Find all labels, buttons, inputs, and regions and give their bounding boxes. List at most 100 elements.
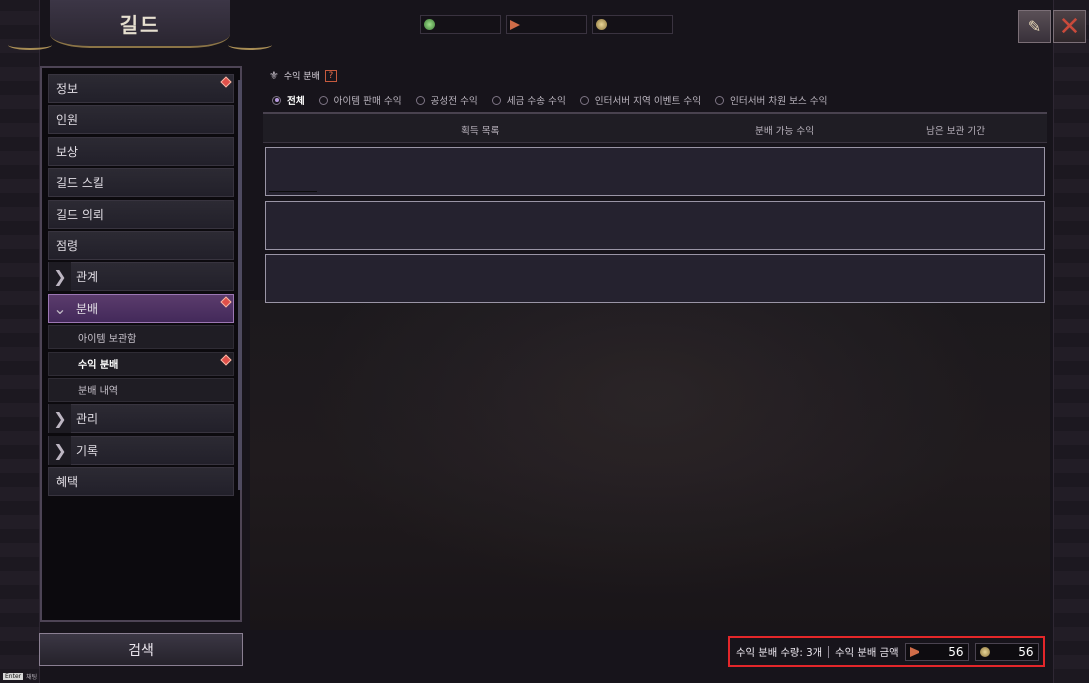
filter-label: 인터서버 지역 이벤트 수익 (594, 96, 702, 107)
chevron-right-icon: ❯ (49, 404, 71, 434)
gold-coin-icon (596, 19, 607, 30)
left-ornament-icon (8, 40, 52, 50)
notification-badge-icon (220, 76, 232, 88)
filter-all[interactable]: 전체 (272, 93, 305, 107)
sidebar-item-guild-request[interactable]: 길드 의뢰 (48, 199, 234, 229)
filter-label: 아이템 판매 수익 (333, 96, 402, 107)
distribution-amount-label: 수익 분배 금액 (835, 647, 899, 659)
sidebar-item-label: 길드 의뢰 (56, 207, 104, 222)
background-scene (250, 300, 1050, 630)
table-header: 획득 목록 분배 가능 수익 남은 보관 기간 (263, 112, 1047, 143)
column-header-acquired: 획득 목록 (461, 126, 500, 137)
radio-icon (415, 95, 425, 105)
book-icon: ✎ (1027, 17, 1042, 36)
sidebar-item-label: 보상 (56, 144, 79, 159)
sidebar-item-rewards[interactable]: 보상 (48, 136, 234, 166)
search-button-label: 검색 (128, 642, 154, 659)
right-ornament-icon (228, 40, 272, 50)
amount-coin-box: 56 (974, 642, 1039, 661)
filter-label: 공성전 수익 (430, 96, 478, 107)
radio-selected-icon (272, 95, 281, 105)
chat-hint: Enter 채팅 (3, 672, 37, 681)
green-gem-icon (424, 19, 435, 30)
currency-flag (506, 15, 587, 34)
chat-hint-label: 채팅 (26, 674, 38, 681)
right-frame (1053, 0, 1089, 683)
table-row[interactable] (265, 147, 1045, 196)
sidebar-item-label: 관리 (76, 412, 99, 427)
sidebar-subitem-distribution-history[interactable]: 분배 내역 (48, 377, 234, 402)
filter-interserver-boss[interactable]: 인터서버 차원 보스 수익 (715, 93, 827, 107)
sidebar-item-label: 점령 (56, 238, 79, 253)
section-header: ⚜ 수익 분배 ? (269, 69, 337, 82)
chevron-right-icon: ❯ (49, 435, 71, 465)
sidebar-item-label: 길드 스킬 (56, 176, 104, 191)
filter-tax-transport[interactable]: 세금 수송 수익 (491, 93, 566, 107)
sidebar-menu: 정보 인원 보상 길드 스킬 길드 의뢰 점령 ❯ 관계 ⌄ 분배 아이템 보관… (48, 74, 234, 498)
column-header-remaining-period: 남은 보관 기간 (926, 126, 986, 137)
notification-badge-icon (220, 353, 232, 366)
sidebar-subitem-label: 아이템 보관함 (78, 333, 137, 345)
amount-flag-value: 56 (948, 644, 964, 659)
filter-label: 세금 수송 수익 (506, 96, 566, 107)
filter-radio-group: 전체 아이템 판매 수익 공성전 수익 세금 수송 수익 인터서버 지역 이벤트… (272, 93, 827, 107)
flag-token-icon (510, 19, 520, 30)
sidebar-item-label: 기록 (76, 443, 99, 458)
sidebar-item-records[interactable]: ❯ 기록 (48, 435, 234, 465)
sidebar-item-label: 분배 (76, 301, 99, 316)
sidebar-item-occupation[interactable]: 점령 (48, 230, 234, 260)
table-row[interactable] (265, 254, 1045, 303)
currency-coin (592, 15, 673, 34)
currency-bar (420, 15, 673, 34)
flag-token-icon (909, 646, 920, 657)
sidebar-item-label: 혜택 (56, 475, 79, 490)
left-frame (0, 0, 40, 683)
notification-badge-icon (220, 296, 232, 308)
divider (828, 645, 830, 658)
close-icon: ✕ (1058, 11, 1081, 42)
chevron-down-icon: ⌄ (53, 298, 67, 318)
sidebar: 정보 인원 보상 길드 스킬 길드 의뢰 점령 ❯ 관계 ⌄ 분배 아이템 보관… (40, 66, 242, 622)
section-title: 수익 분배 (283, 72, 320, 82)
filter-label: 인터서버 차원 보스 수익 (730, 96, 828, 107)
sidebar-item-management[interactable]: ❯ 관리 (48, 404, 234, 434)
amount-coin-value: 56 (1018, 644, 1034, 659)
table-row[interactable] (265, 201, 1045, 250)
fleur-icon: ⚜ (269, 69, 279, 82)
close-button[interactable]: ✕ (1053, 10, 1086, 43)
sidebar-item-info[interactable]: 정보 (48, 74, 234, 103)
filter-label: 전체 (287, 96, 305, 107)
sidebar-item-label: 관계 (76, 270, 99, 285)
sidebar-item-guild-skill[interactable]: 길드 스킬 (48, 168, 234, 198)
radio-icon (318, 95, 328, 105)
sidebar-subitem-label: 수익 분배 (78, 360, 119, 372)
sidebar-subitem-item-storage[interactable]: 아이템 보관함 (48, 325, 234, 350)
sidebar-scrollbar[interactable] (238, 80, 242, 490)
help-button[interactable]: ? (324, 69, 337, 82)
sidebar-item-benefits[interactable]: 혜택 (48, 467, 234, 497)
sidebar-subitem-label: 분배 내역 (78, 386, 118, 398)
amount-flag-box: 56 (904, 642, 969, 661)
search-button[interactable]: 검색 (39, 633, 243, 666)
filter-interserver-event[interactable]: 인터서버 지역 이벤트 수익 (579, 93, 702, 107)
filter-item-sales[interactable]: 아이템 판매 수익 (318, 93, 402, 107)
sidebar-item-distribution[interactable]: ⌄ 분배 (48, 293, 234, 323)
guild-book-button[interactable]: ✎ (1018, 10, 1051, 43)
window-title-banner: 길드 (50, 0, 230, 48)
row-accent (269, 191, 317, 192)
sidebar-subitem-revenue-distribution[interactable]: 수익 분배 (48, 351, 234, 376)
column-header-distributable: 분배 가능 수익 (755, 126, 815, 137)
radio-icon (491, 95, 501, 105)
currency-green (420, 15, 501, 34)
radio-icon (579, 95, 589, 105)
sidebar-item-members[interactable]: 인원 (48, 105, 234, 135)
window-title: 길드 (119, 12, 161, 37)
distribution-summary: 수익 분배 수량: 3개 수익 분배 금액 56 56 (728, 636, 1045, 667)
gold-coin-icon (979, 646, 990, 657)
radio-icon (715, 95, 725, 105)
sidebar-item-label: 정보 (56, 82, 79, 96)
sidebar-item-relations[interactable]: ❯ 관계 (48, 262, 234, 292)
chevron-right-icon: ❯ (49, 262, 71, 292)
enter-key-icon: Enter (3, 673, 24, 680)
filter-siege[interactable]: 공성전 수익 (415, 93, 478, 107)
